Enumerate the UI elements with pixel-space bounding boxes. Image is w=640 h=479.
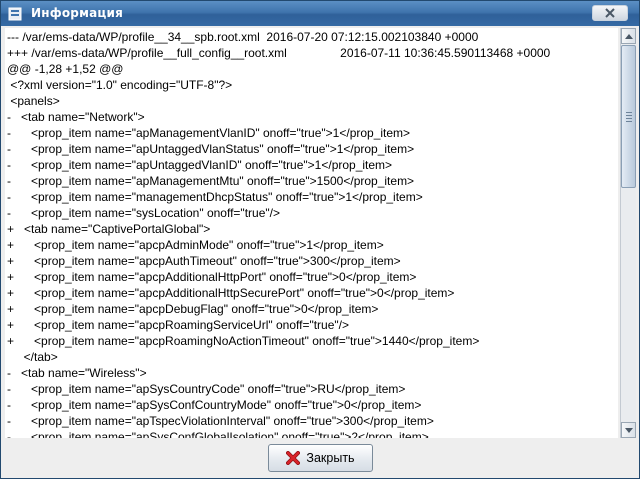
diff-line: - <prop_item name="apUntaggedVlanStatus"… bbox=[7, 142, 415, 156]
diff-line: +++ /var/ems-data/WP/profile__full_confi… bbox=[7, 46, 551, 60]
window-close-button[interactable] bbox=[592, 5, 628, 21]
diff-line: @@ -1,28 +1,52 @@ bbox=[7, 62, 124, 76]
window-title: Информация bbox=[31, 6, 123, 20]
diff-line: + <prop_item name="apcpDebugFlag" onoff=… bbox=[7, 302, 379, 316]
diff-line: - <prop_item name="apSysConfCountryMode"… bbox=[7, 398, 422, 412]
diff-line: + <prop_item name="apcpAdditionalHttpSec… bbox=[7, 286, 455, 300]
diff-line: <?xml version="1.0" encoding="UTF-8"?> bbox=[7, 78, 233, 92]
diff-line: - <prop_item name="apManagementVlanID" o… bbox=[7, 126, 411, 140]
diff-text-area[interactable]: --- /var/ems-data/WP/profile__34__spb.ro… bbox=[5, 28, 618, 438]
scroll-thumb[interactable] bbox=[621, 45, 636, 188]
title-bar[interactable]: Информация bbox=[1, 1, 639, 26]
diff-line: --- /var/ems-data/WP/profile__34__spb.ro… bbox=[7, 30, 479, 44]
diff-line: - <prop_item name="managementDhcpStatus"… bbox=[7, 190, 423, 204]
diff-line: + <prop_item name="apcpAdditionalHttpPor… bbox=[7, 270, 417, 284]
diff-line: + <prop_item name="apcpAdminMode" onoff=… bbox=[7, 238, 384, 252]
close-button[interactable]: Закрыть bbox=[268, 444, 373, 472]
diff-line: + <prop_item name="apcpRoamingNoActionTi… bbox=[7, 334, 480, 348]
diff-line: + <prop_item name="apcpRoamingServiceUrl… bbox=[7, 318, 349, 332]
diff-line: - <prop_item name="apTspecViolationInter… bbox=[7, 414, 434, 428]
diff-line: <panels> bbox=[7, 94, 60, 108]
thumb-grip bbox=[626, 121, 632, 122]
thumb-grip bbox=[626, 115, 632, 116]
vertical-scrollbar[interactable] bbox=[620, 28, 636, 438]
thumb-grip bbox=[626, 112, 632, 113]
arrow-down-icon bbox=[624, 427, 633, 433]
thumb-grip bbox=[626, 118, 632, 119]
diff-line: - <tab name="Wireless"> bbox=[7, 366, 147, 380]
info-dialog: Информация --- /var/ems-data/WP/profile_… bbox=[0, 0, 640, 479]
diff-text: --- /var/ems-data/WP/profile__34__spb.ro… bbox=[7, 29, 550, 438]
diff-line: - <prop_item name="apSysConfGlobalIsolat… bbox=[7, 430, 429, 438]
window-menu-icon[interactable] bbox=[8, 6, 22, 21]
diff-line: + <tab name="CaptivePortalGlobal"> bbox=[7, 222, 211, 236]
diff-line: - <tab name="Network"> bbox=[7, 110, 145, 124]
red-x-icon bbox=[286, 451, 301, 465]
diff-line: - <prop_item name="sysLocation" onoff="t… bbox=[7, 206, 280, 220]
diff-line: - <prop_item name="apSysCountryCode" ono… bbox=[7, 382, 406, 396]
scroll-up-button[interactable] bbox=[621, 28, 636, 44]
arrow-up-icon bbox=[624, 33, 633, 39]
dialog-footer: Закрыть bbox=[1, 440, 639, 478]
close-icon bbox=[605, 8, 615, 18]
close-button-label: Закрыть bbox=[306, 451, 355, 465]
scroll-down-button[interactable] bbox=[621, 422, 636, 438]
diff-line: </tab> bbox=[7, 350, 58, 364]
diff-line: - <prop_item name="apUntaggedVlanID" ono… bbox=[7, 158, 393, 172]
diff-line: + <prop_item name="apcpAuthTimeout" onof… bbox=[7, 254, 401, 268]
diff-line: - <prop_item name="apManagementMtu" onof… bbox=[7, 174, 415, 188]
